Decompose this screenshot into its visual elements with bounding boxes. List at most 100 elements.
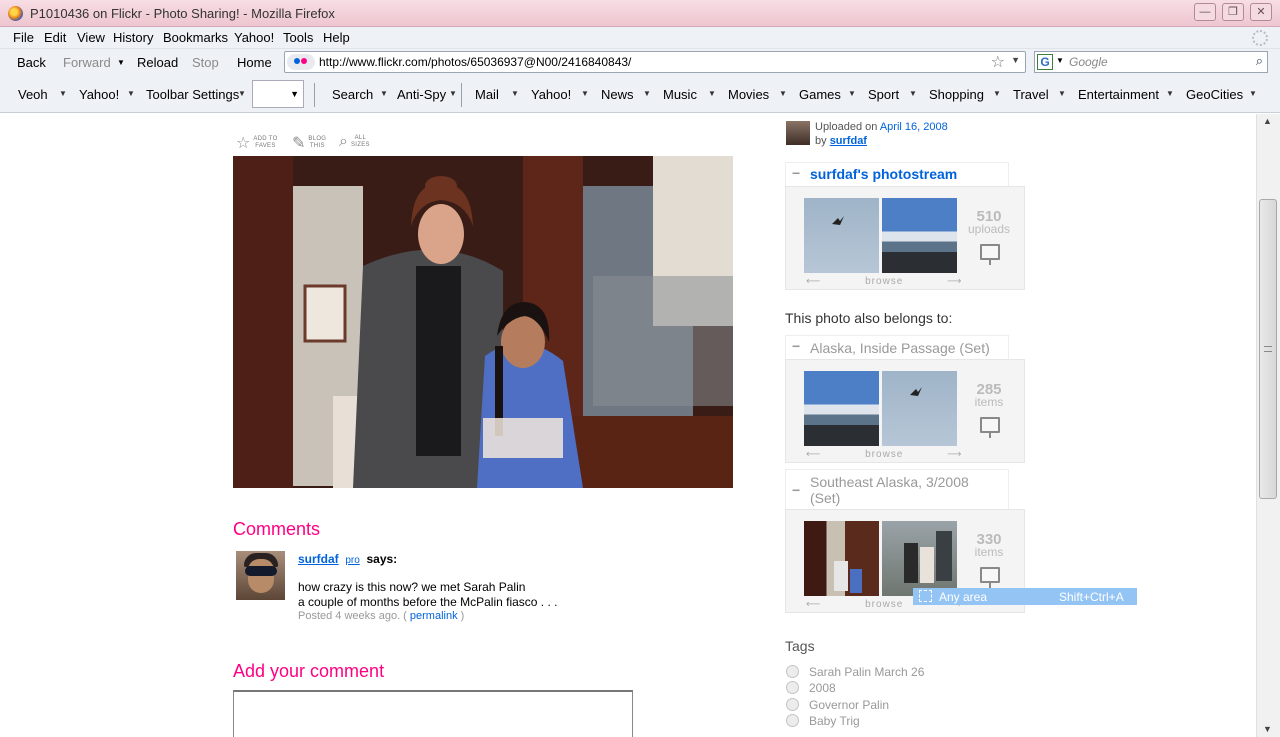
stop-button[interactable]: Stop [192, 55, 219, 70]
music-dropdown-icon[interactable]: ▼ [708, 89, 716, 98]
scroll-up-icon[interactable]: ▲ [1263, 116, 1272, 126]
toolbar-music[interactable]: Music [663, 87, 697, 102]
collapse-photostream-icon[interactable]: − [792, 165, 800, 181]
menu-yahoo[interactable]: Yahoo! [234, 30, 274, 45]
engine-dropdown-icon[interactable]: ▼ [1056, 56, 1064, 65]
uploader-name-link[interactable]: surfdaf [830, 135, 867, 147]
address-bar[interactable]: http://www.flickr.com/photos/65036937@N0… [284, 51, 1026, 73]
yahoo-dropdown-icon[interactable]: ▼ [127, 89, 135, 98]
url-history-dropdown-icon[interactable]: ▼ [1011, 55, 1020, 65]
slideshow-icon[interactable] [980, 567, 1000, 588]
tag-link[interactable]: Sarah Palin March 26 [809, 665, 924, 679]
set-title-link[interactable]: Southeast Alaska, 3/2008 (Set) [810, 474, 1000, 506]
menu-file[interactable]: File [13, 30, 34, 45]
uploader-avatar[interactable] [786, 121, 810, 145]
slideshow-icon[interactable] [980, 244, 1000, 265]
search-go-icon[interactable]: ⌕ [1256, 53, 1263, 69]
any-area-menu-item[interactable]: Any area Shift+Ctrl+A [913, 588, 1137, 605]
menu-view[interactable]: View [77, 30, 105, 45]
set-next-thumb[interactable] [882, 521, 957, 596]
main-photo[interactable] [233, 156, 733, 488]
toolbar-antispy[interactable]: Anti-Spy [397, 87, 446, 102]
tag-link[interactable]: 2008 [809, 681, 836, 695]
entertainment-dropdown-icon[interactable]: ▼ [1166, 89, 1174, 98]
news-dropdown-icon[interactable]: ▼ [643, 89, 651, 98]
search-box[interactable]: G ▼ Google ⌕ [1034, 51, 1268, 73]
upload-date-link[interactable]: April 16, 2008 [880, 121, 948, 133]
commenter-avatar[interactable] [236, 551, 285, 600]
scroll-thumb[interactable] [1259, 199, 1277, 499]
vertical-scrollbar[interactable]: ▲ ▼ [1256, 114, 1280, 737]
pro-badge-link[interactable]: pro [345, 555, 359, 566]
menu-tools[interactable]: Tools [283, 30, 313, 45]
toolbar-search-combo[interactable]: ▼ [252, 80, 304, 108]
toolbar-yahoo[interactable]: Yahoo! [79, 87, 119, 102]
toolbar-travel[interactable]: Travel [1013, 87, 1049, 102]
browse-link[interactable]: browse [865, 276, 903, 287]
shopping-dropdown-icon[interactable]: ▼ [993, 89, 1001, 98]
menu-help[interactable]: Help [323, 30, 350, 45]
permalink-link[interactable]: permalink [410, 610, 458, 622]
movies-dropdown-icon[interactable]: ▼ [779, 89, 787, 98]
set-prev-thumb[interactable] [804, 521, 879, 596]
toolbar-news[interactable]: News [601, 87, 634, 102]
toolbar-search[interactable]: Search [332, 87, 373, 102]
antispy-dropdown-icon[interactable]: ▼ [449, 89, 457, 98]
settings-dropdown-icon[interactable]: ▼ [238, 89, 246, 98]
all-sizes-button[interactable]: ⌕ ALL SIZES [339, 133, 370, 151]
browse-link[interactable]: browse [865, 449, 903, 460]
set-title-link[interactable]: Alaska, Inside Passage (Set) [810, 340, 990, 356]
tag-link[interactable]: Baby Trig [809, 714, 860, 728]
photostream-prev-thumb[interactable] [804, 198, 879, 273]
url-text[interactable]: http://www.flickr.com/photos/65036937@N0… [319, 55, 631, 69]
mail-dropdown-icon[interactable]: ▼ [511, 89, 519, 98]
add-to-faves-button[interactable]: ☆ ADD TO FAVES [236, 133, 278, 153]
browse-prev-arrow-icon[interactable]: ⟵ [806, 276, 821, 287]
toolbar-entertainment[interactable]: Entertainment [1078, 87, 1159, 102]
home-button[interactable]: Home [237, 55, 272, 70]
toolbar-geocities[interactable]: GeoCities [1186, 87, 1243, 102]
toolbar-sport[interactable]: Sport [868, 87, 899, 102]
search-dropdown-icon[interactable]: ▼ [380, 89, 388, 98]
yahoo2-dropdown-icon[interactable]: ▼ [581, 89, 589, 98]
comment-textarea[interactable] [233, 690, 633, 737]
forward-button[interactable]: Forward [63, 55, 111, 70]
menu-history[interactable]: History [113, 30, 153, 45]
browse-next-arrow-icon[interactable]: ⟶ [947, 276, 962, 287]
maximize-button[interactable]: ❐ [1222, 3, 1244, 21]
toolbar-games[interactable]: Games [799, 87, 841, 102]
minimize-button[interactable]: — [1194, 3, 1216, 21]
back-button[interactable]: Back [17, 55, 46, 70]
toolbar-shopping[interactable]: Shopping [929, 87, 984, 102]
games-dropdown-icon[interactable]: ▼ [848, 89, 856, 98]
toolbar-mail[interactable]: Mail [475, 87, 499, 102]
commenter-name-link[interactable]: surfdaf [298, 552, 339, 566]
collapse-set-icon[interactable]: − [792, 482, 800, 498]
toolbar-veoh[interactable]: Veoh [18, 87, 48, 102]
set-prev-thumb[interactable] [804, 371, 879, 446]
menu-bookmarks[interactable]: Bookmarks [163, 30, 228, 45]
bookmark-star-icon[interactable]: ☆ [991, 52, 1005, 72]
geocities-dropdown-icon[interactable]: ▼ [1249, 89, 1257, 98]
blog-this-button[interactable]: ✎ BLOG THIS [292, 133, 326, 153]
menu-edit[interactable]: Edit [44, 30, 66, 45]
tag-link[interactable]: Governor Palin [809, 698, 889, 712]
close-button[interactable]: ✕ [1250, 3, 1272, 21]
browse-prev-arrow-icon[interactable]: ⟵ [806, 449, 821, 460]
slideshow-icon[interactable] [980, 417, 1000, 438]
scroll-down-icon[interactable]: ▼ [1263, 724, 1272, 734]
toolbar-settings[interactable]: Toolbar Settings [146, 87, 239, 102]
browse-prev-arrow-icon[interactable]: ⟵ [806, 599, 821, 610]
browse-next-arrow-icon[interactable]: ⟶ [947, 449, 962, 460]
sport-dropdown-icon[interactable]: ▼ [909, 89, 917, 98]
travel-dropdown-icon[interactable]: ▼ [1058, 89, 1066, 98]
set-next-thumb[interactable] [882, 371, 957, 446]
browse-link[interactable]: browse [865, 599, 903, 610]
collapse-set-icon[interactable]: − [792, 338, 800, 354]
search-placeholder[interactable]: Google [1069, 55, 1108, 69]
forward-dropdown-icon[interactable]: ▼ [117, 58, 125, 67]
toolbar-yahoo-2[interactable]: Yahoo! [531, 87, 571, 102]
combo-dropdown-icon[interactable]: ▼ [290, 89, 299, 99]
veoh-dropdown-icon[interactable]: ▼ [59, 89, 67, 98]
photostream-next-thumb[interactable] [882, 198, 957, 273]
